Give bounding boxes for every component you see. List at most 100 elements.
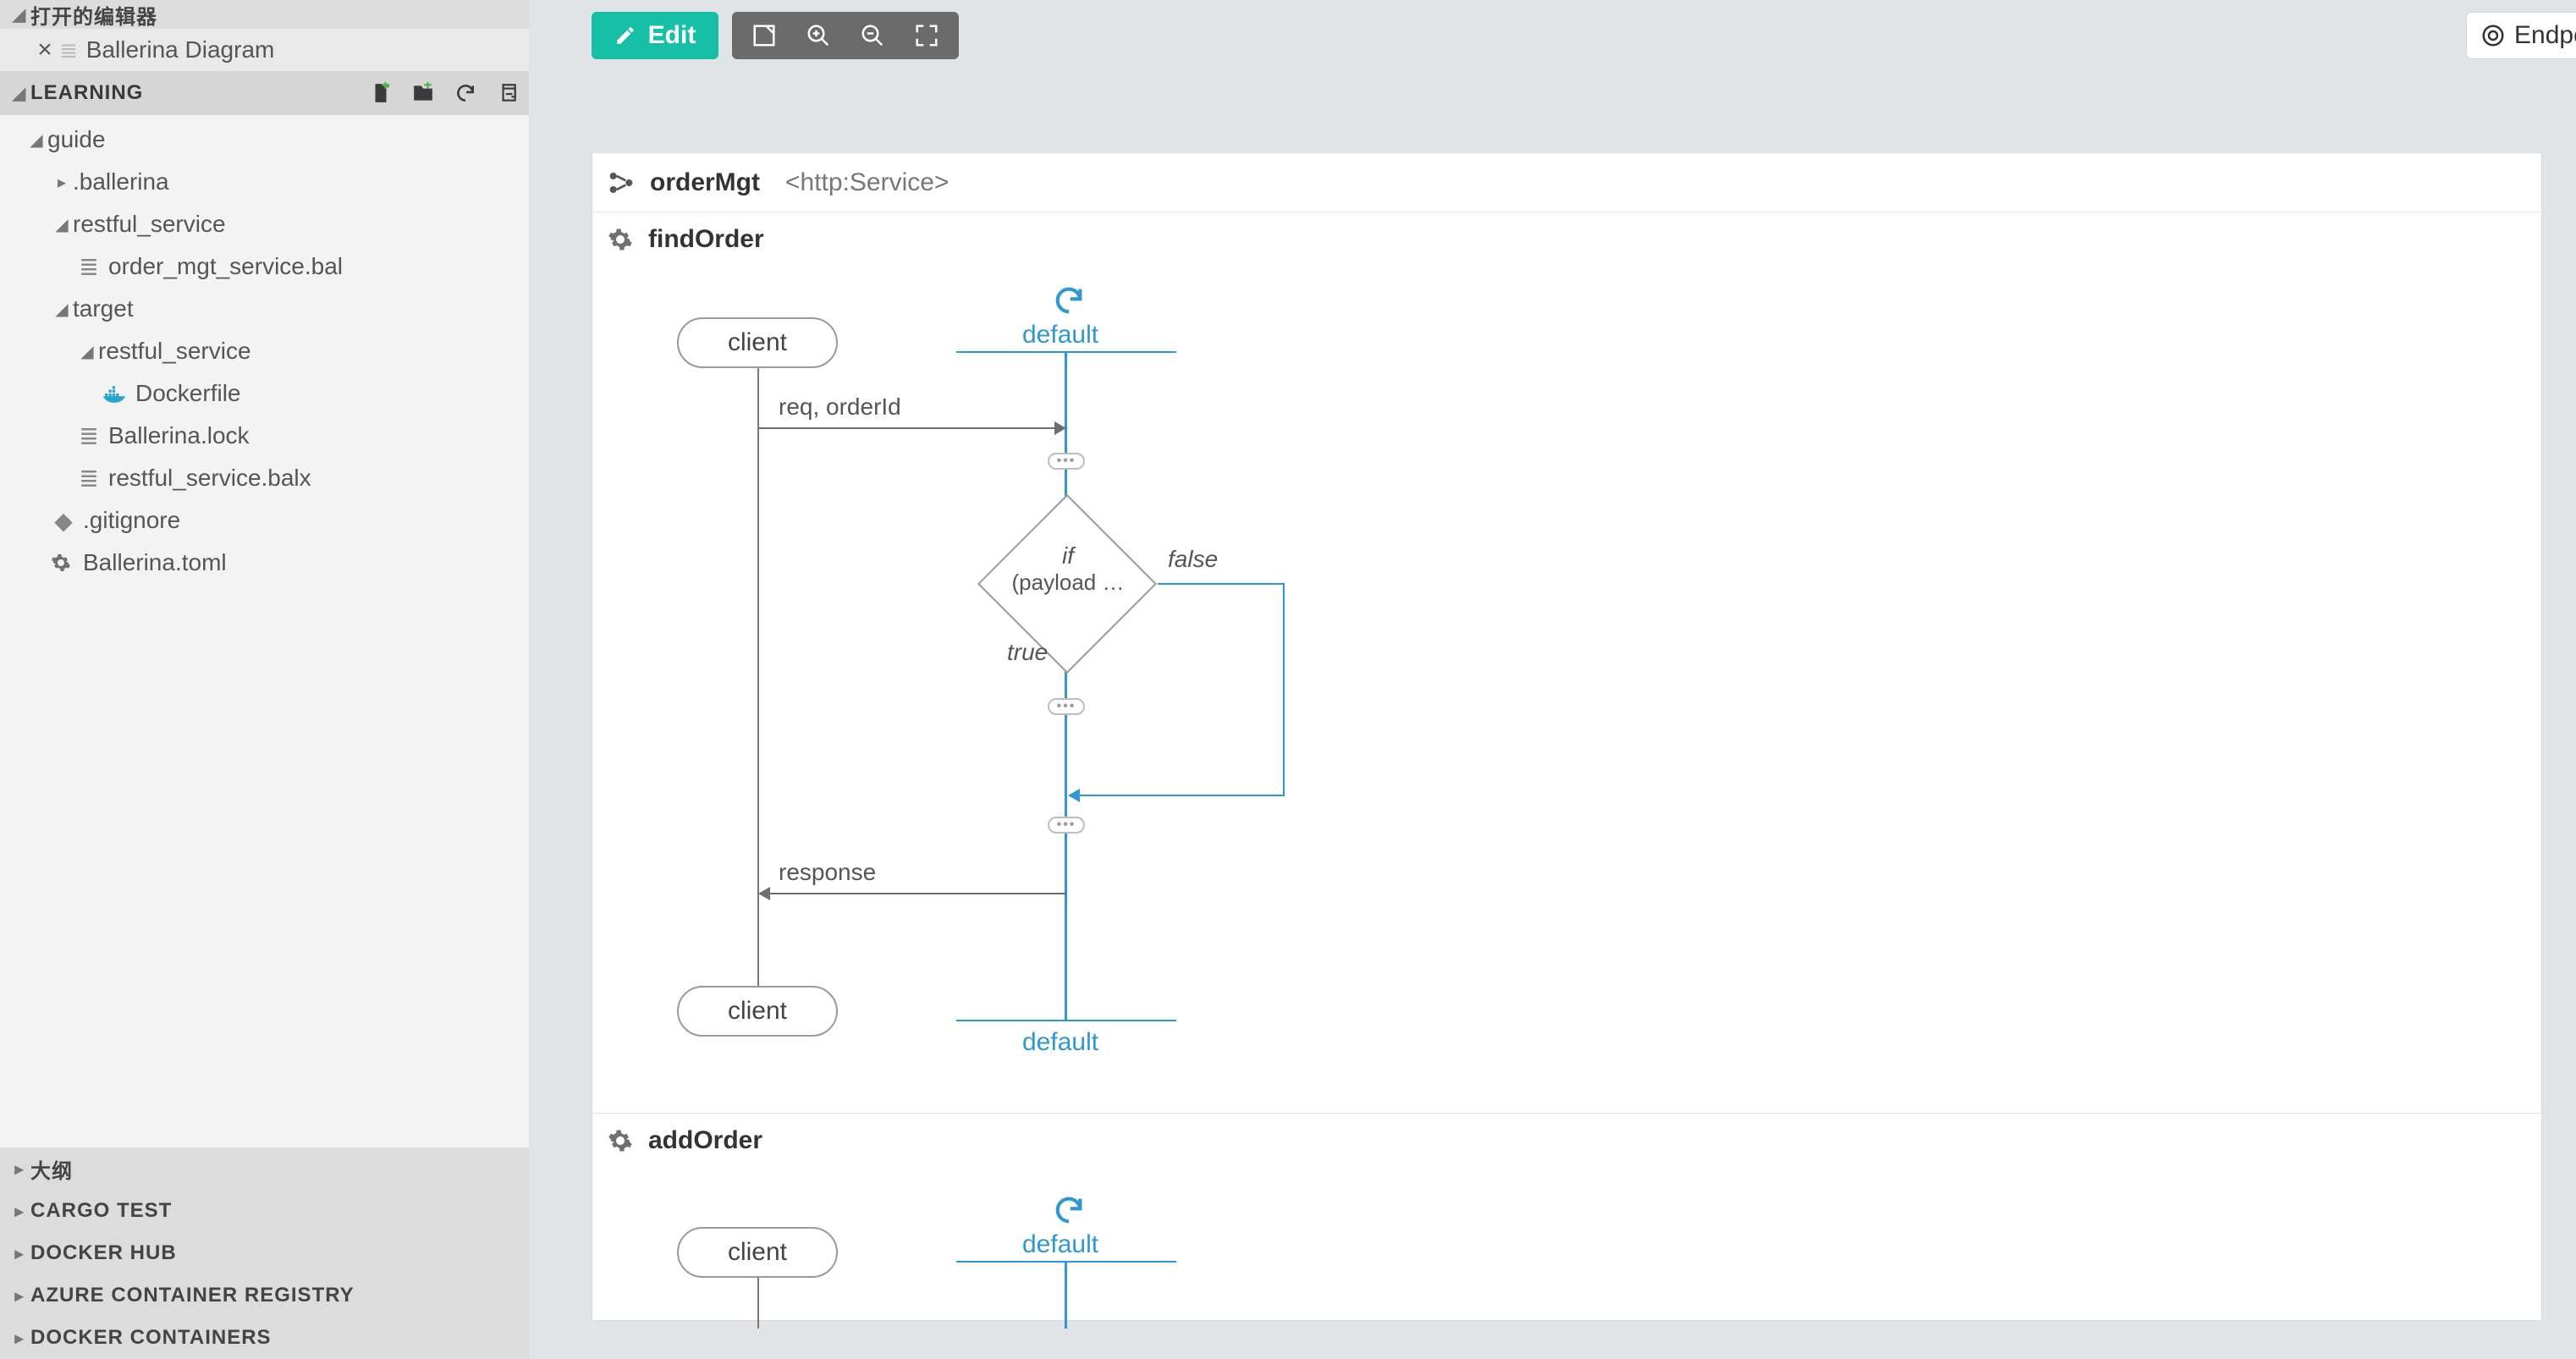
service-name: orderMgt xyxy=(650,168,760,197)
target-icon xyxy=(2480,23,2506,48)
file-icon: ≣ xyxy=(76,465,102,492)
new-folder-icon[interactable] xyxy=(412,82,434,104)
default-top-label: default xyxy=(1022,1230,1098,1259)
default-bottom-line xyxy=(956,1020,1176,1021)
chevron-right-icon: ▸ xyxy=(8,1158,30,1180)
arrow-left-icon xyxy=(758,887,770,900)
arrow-left-icon xyxy=(1068,789,1080,802)
false-branch-bottom xyxy=(1080,795,1285,796)
chevron-right-icon: ▸ xyxy=(8,1285,30,1307)
client-end-node[interactable]: client xyxy=(677,986,838,1037)
chevron-down-icon: ◢ xyxy=(76,341,98,362)
file-icon: ≣ xyxy=(76,422,102,450)
chevron-down-icon: ◢ xyxy=(8,4,30,25)
file-tree: ◢ guide ▸ .ballerina ◢ restful_service ≣… xyxy=(0,115,529,584)
file-icon: ≣ xyxy=(76,253,102,281)
close-icon[interactable]: × xyxy=(30,36,59,64)
tree-folder-restful-service-2[interactable]: ◢ restful_service xyxy=(0,330,529,372)
tree-folder-restful-service[interactable]: ◢ restful_service xyxy=(0,203,529,245)
loop-icon xyxy=(1052,283,1086,317)
false-branch-right xyxy=(1283,583,1285,795)
tree-folder-guide[interactable]: ◢ guide xyxy=(0,118,529,161)
panel-docker-hub[interactable]: ▸DOCKER HUB xyxy=(0,1232,529,1274)
resource-name: findOrder xyxy=(648,225,764,254)
panel-cargo-test[interactable]: ▸CARGO TEST xyxy=(0,1190,529,1232)
client-lifeline xyxy=(757,1278,759,1329)
edit-label: Edit xyxy=(648,21,696,50)
new-file-icon[interactable] xyxy=(370,82,392,104)
pencil-icon xyxy=(614,25,636,47)
msg1-line xyxy=(758,427,1065,429)
open-editor-item[interactable]: × ≣ Ballerina Diagram xyxy=(0,29,529,71)
endpoints-button[interactable]: Endpoi xyxy=(2466,12,2576,59)
default-top-label: default xyxy=(1022,321,1098,349)
project-actions xyxy=(370,82,519,104)
fullscreen-button[interactable] xyxy=(900,12,954,59)
gear-icon xyxy=(608,227,633,252)
default-bottom-label: default xyxy=(1022,1028,1098,1057)
sidebar-sash[interactable] xyxy=(529,0,554,1359)
response-label: response xyxy=(779,859,876,886)
tree-file-order-mgt[interactable]: ≣ order_mgt_service.bal xyxy=(0,245,529,288)
project-header[interactable]: ◢ LEARNING xyxy=(0,71,529,115)
chevron-right-icon: ▸ xyxy=(8,1328,30,1349)
sidebar: ◢ 打开的编辑器 × ≣ Ballerina Diagram ◢ LEARNIN… xyxy=(0,0,529,1359)
tree-file-restful-balx[interactable]: ≣ restful_service.balx xyxy=(0,457,529,499)
resource-header-findorder[interactable]: findOrder xyxy=(592,212,2541,267)
project-title: LEARNING xyxy=(30,81,143,105)
arrow-right-icon xyxy=(1054,421,1066,435)
default-lifeline xyxy=(1065,351,1067,1020)
diagram-toolbar: Edit Endpoi xyxy=(554,0,2576,76)
zoom-out-button[interactable] xyxy=(845,12,900,59)
endpoints-label: Endpoi xyxy=(2514,21,2576,50)
response-line xyxy=(770,893,1066,894)
git-icon: ◆ xyxy=(51,507,76,535)
false-label: false xyxy=(1168,546,1218,573)
tree-file-ballerina-lock[interactable]: ≣ Ballerina.lock xyxy=(0,415,529,457)
resource-name: addOrder xyxy=(648,1126,762,1155)
sequence-diagram-findorder: client client default default req, order… xyxy=(592,267,2541,1113)
collapse-all-icon[interactable] xyxy=(497,82,519,104)
stmt-block-3[interactable]: ••• xyxy=(1048,817,1085,834)
if-text: if (payload … xyxy=(992,542,1144,596)
gear-icon xyxy=(608,1128,633,1153)
false-branch-top xyxy=(1158,583,1283,585)
service-panel: orderMgt <http:Service> findOrder client… xyxy=(592,152,2542,1321)
open-editors-header[interactable]: ◢ 打开的编辑器 xyxy=(0,0,529,29)
client-start-node[interactable]: client xyxy=(677,1227,838,1278)
chevron-down-icon: ◢ xyxy=(25,129,47,151)
stmt-block-1[interactable]: ••• xyxy=(1048,453,1085,470)
service-header[interactable]: orderMgt <http:Service> xyxy=(592,153,2541,212)
tree-file-dockerfile[interactable]: Dockerfile xyxy=(0,372,529,415)
bottom-panels: ▸大纲 ▸CARGO TEST ▸DOCKER HUB ▸AZURE CONTA… xyxy=(0,1147,529,1359)
list-icon: ≣ xyxy=(59,37,78,63)
service-icon xyxy=(608,169,635,196)
resource-header-addorder[interactable]: addOrder xyxy=(592,1114,2541,1168)
stmt-block-2[interactable]: ••• xyxy=(1048,698,1085,715)
client-start-node[interactable]: client xyxy=(677,317,838,368)
zoom-in-button[interactable] xyxy=(791,12,845,59)
panel-outline[interactable]: ▸大纲 xyxy=(0,1147,529,1190)
edit-button[interactable]: Edit xyxy=(592,12,718,59)
panel-acr[interactable]: ▸AZURE CONTAINER REGISTRY xyxy=(0,1274,529,1317)
tree-file-ballerina-toml[interactable]: Ballerina.toml xyxy=(0,542,529,584)
diagram-canvas[interactable]: orderMgt <http:Service> findOrder client… xyxy=(554,76,2576,1359)
panel-docker-containers[interactable]: ▸DOCKER CONTAINERS xyxy=(0,1317,529,1359)
fit-width-button[interactable] xyxy=(737,12,791,59)
editor-area: Edit Endpoi xyxy=(554,0,2576,1359)
tree-folder-ballerina[interactable]: ▸ .ballerina xyxy=(0,161,529,203)
sequence-diagram-addorder: client default xyxy=(592,1168,2541,1320)
docker-icon xyxy=(103,384,129,403)
refresh-icon[interactable] xyxy=(454,82,476,104)
open-editors-title: 打开的编辑器 xyxy=(30,0,157,30)
open-editor-label: Ballerina Diagram xyxy=(86,36,275,63)
tree-folder-target[interactable]: ◢ target xyxy=(0,288,529,330)
chevron-right-icon: ▸ xyxy=(51,172,73,193)
default-lifeline xyxy=(1065,1261,1067,1329)
view-button-group xyxy=(732,12,959,59)
chevron-down-icon: ◢ xyxy=(8,83,30,104)
tree-file-gitignore[interactable]: ◆ .gitignore xyxy=(0,499,529,542)
msg1-label: req, orderId xyxy=(779,393,901,421)
chevron-down-icon: ◢ xyxy=(51,299,73,320)
loop-icon xyxy=(1052,1193,1086,1227)
